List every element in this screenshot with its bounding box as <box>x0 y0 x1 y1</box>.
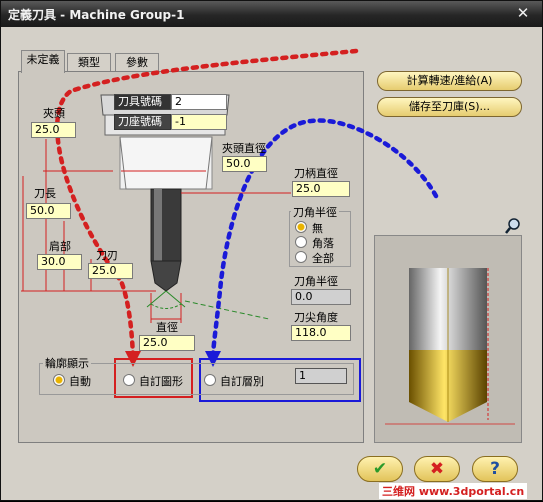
tool-preview <box>374 235 522 443</box>
radio-corner-none[interactable] <box>295 221 307 233</box>
corner-radius-group-title: 刀角半徑 <box>291 204 339 220</box>
radio-profile-custom-shape[interactable] <box>123 374 135 386</box>
tip-angle-label: 刀尖角度 <box>294 311 338 324</box>
watermark-text: 三维网 www.3dportal.cn <box>379 483 528 499</box>
shoulder-label: 肩部 <box>49 240 71 253</box>
tool-number-label: 刀具號碼 <box>114 94 171 110</box>
shank-diameter-input[interactable]: 25.0 <box>292 181 350 197</box>
help-button[interactable]: ? <box>472 456 518 482</box>
shank-diameter-label: 刀柄直徑 <box>294 167 338 180</box>
radio-profile-auto[interactable] <box>53 374 65 386</box>
holder-taper <box>119 136 213 190</box>
tip-angle-input[interactable]: 118.0 <box>291 325 351 341</box>
radio-corner-full[interactable] <box>295 251 307 263</box>
chuck-label: 夾頭 <box>43 107 65 120</box>
chuck-input[interactable]: 25.0 <box>31 122 76 138</box>
flute-input[interactable]: 25.0 <box>88 263 133 279</box>
radio-profile-custom-layer[interactable] <box>204 374 216 386</box>
angle-lines <box>146 290 270 320</box>
cancel-button[interactable]: ✖ <box>414 456 460 482</box>
holder-number-label: 刀座號碼 <box>114 114 171 130</box>
shoulder-input[interactable]: 30.0 <box>37 254 82 270</box>
diameter-label: 直徑 <box>156 321 178 334</box>
magnifier-icon[interactable] <box>504 217 522 235</box>
radio-corner-full-label: 全部 <box>312 252 334 265</box>
tool-length-input[interactable]: 50.0 <box>26 203 71 219</box>
radio-corner-corner[interactable] <box>295 236 307 248</box>
holder-number-input[interactable]: -1 <box>171 114 227 130</box>
ok-button[interactable]: ✔ <box>357 456 403 482</box>
profile-display-title: 輪廓顯示 <box>43 355 91 371</box>
tool-shank-highlight <box>154 189 162 261</box>
radio-profile-custom-shape-label: 自訂圖形 <box>139 375 183 388</box>
radio-profile-auto-label: 自動 <box>69 375 91 388</box>
save-to-library-button[interactable]: 儲存至刀庫(S)... <box>377 97 522 117</box>
diameter-input[interactable]: 25.0 <box>139 335 195 351</box>
corner-radius-value-label: 刀角半徑 <box>294 275 338 288</box>
corner-radius-value-input: 0.0 <box>291 289 351 305</box>
tool-length-label: 刀長 <box>34 187 56 200</box>
radio-corner-none-label: 無 <box>312 222 323 235</box>
tool-number-input[interactable]: 2 <box>171 94 227 110</box>
define-tool-dialog: 定義刀具 - Machine Group-1 ✕ 未定義 類型 參數 刀具號碼 … <box>0 0 543 501</box>
radio-profile-custom-layer-label: 自訂層別 <box>220 375 264 388</box>
custom-layer-input[interactable]: 1 <box>295 368 347 384</box>
tab-undefined[interactable]: 未定義 <box>21 50 65 73</box>
chuck-diameter-input[interactable]: 50.0 <box>222 156 267 172</box>
tool-tip <box>150 260 182 292</box>
calc-speed-feed-button[interactable]: 計算轉速/進給(A) <box>377 71 522 91</box>
flute-label: 刀刃 <box>96 249 118 262</box>
chuck-diameter-label: 夾頭直徑 <box>222 142 266 155</box>
radio-corner-corner-label: 角落 <box>312 237 334 250</box>
